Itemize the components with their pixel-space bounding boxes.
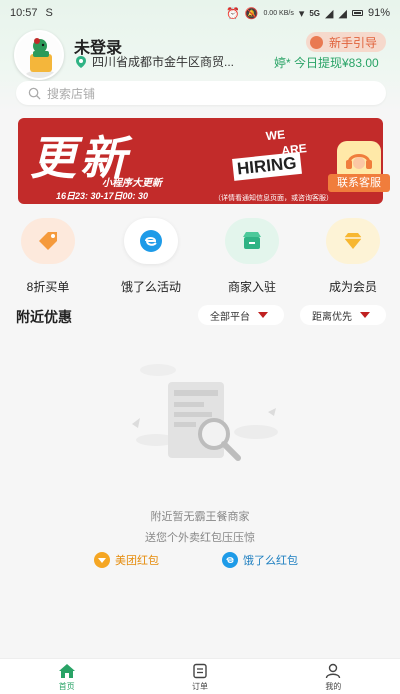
action-membership[interactable]: 成为会员: [317, 218, 389, 295]
empty-message-2: 送您个外卖红包压压惊: [145, 532, 255, 544]
location-pin-icon: [76, 55, 86, 68]
search-input[interactable]: 搜索店铺: [16, 81, 386, 105]
order-icon: [193, 663, 207, 679]
status-bar: 10:57 S ⏰ 🔕 0.00 KB/s ▾ 5G ◢ ◢ 91%: [0, 0, 400, 26]
hiring-word-1: WE: [265, 127, 286, 144]
store-icon: [225, 218, 279, 264]
data-speed: 0.00 KB/s: [263, 9, 294, 17]
action-label: 商家入驻: [227, 280, 276, 294]
banner-date: 16日23: 30-17日00: 30: [56, 191, 149, 201]
meituan-redpacket-link[interactable]: 美团红包: [94, 552, 159, 568]
eleme-small-icon: [222, 552, 238, 568]
nav-home[interactable]: 首页: [0, 659, 133, 694]
sort-filter-label: 距离优先: [312, 311, 352, 323]
eleme-label: 饿了么红包: [243, 555, 298, 567]
avatar[interactable]: [14, 30, 64, 80]
customer-service-label: 联系客服: [328, 174, 390, 192]
sort-filter-dropdown[interactable]: 距离优先: [300, 305, 386, 325]
discount-tag-icon: [21, 218, 75, 264]
guide-icon: [310, 35, 323, 49]
wifi-icon: ▾: [298, 7, 305, 20]
diamond-icon: [326, 218, 380, 264]
platform-filter-dropdown[interactable]: 全部平台: [198, 305, 284, 325]
profile-icon: [326, 663, 341, 679]
search-icon: [28, 87, 41, 100]
alarm-icon: ⏰: [226, 7, 240, 20]
search-placeholder: 搜索店铺: [47, 86, 96, 101]
signal-icon: ◢: [325, 7, 334, 20]
eleme-redpacket-link[interactable]: 饿了么红包: [222, 552, 298, 568]
meituan-icon: [94, 552, 110, 568]
nav-profile-label: 我的: [325, 682, 342, 691]
status-time: 10:57: [10, 7, 38, 19]
battery-level: 91%: [367, 7, 390, 19]
dropdown-triangle-icon: [360, 312, 370, 318]
banner-note: （详情看通知信息页面，或咨询客服）: [214, 195, 333, 202]
bottom-nav: 首页 订单 我的: [0, 658, 400, 694]
nav-orders-label: 订单: [191, 682, 208, 691]
guide-label: 新手引导: [329, 35, 378, 50]
guide-button[interactable]: 新手引导: [306, 32, 386, 52]
dropdown-triangle-icon: [258, 312, 268, 318]
withdraw-ticker: 婷* 今日提现¥83.00: [274, 56, 379, 70]
action-label: 成为会员: [328, 280, 377, 294]
empty-message-1: 附近暂无霸王餐商家: [150, 511, 250, 523]
signal-icon-2: ◢: [338, 7, 347, 20]
location-row[interactable]: 四川省成都市金牛区商贸...: [74, 53, 234, 70]
location-text: 四川省成都市金牛区商贸...: [92, 55, 235, 69]
empty-document-icon: [132, 364, 278, 461]
nav-profile[interactable]: 我的: [267, 659, 400, 694]
nearby-title: 附近优惠: [16, 309, 72, 325]
headset-icon: [337, 141, 381, 177]
mute-icon: 🔕: [244, 7, 259, 20]
meituan-label: 美团红包: [115, 555, 159, 567]
eleme-icon: [124, 218, 178, 264]
notification-icon: S: [45, 7, 53, 19]
platform-filter-label: 全部平台: [210, 311, 250, 323]
action-label: 8折买单: [26, 280, 70, 294]
customer-service-button[interactable]: 联系客服: [328, 141, 390, 193]
action-merchant[interactable]: 商家入驻: [216, 218, 288, 295]
home-icon: [58, 664, 75, 678]
action-discount[interactable]: 8折买单: [12, 218, 84, 295]
network-type: 5G: [309, 8, 321, 18]
action-label: 饿了么活动: [120, 280, 181, 294]
hiring-word-3: HIRING: [232, 151, 302, 181]
hiring-badge: WE ARE HIRING: [229, 121, 330, 191]
action-eleme[interactable]: 饿了么活动: [115, 218, 187, 295]
nav-home-label: 首页: [58, 682, 75, 691]
battery-icon: [351, 10, 363, 16]
banner-subtitle: 小程序大更新: [102, 178, 162, 189]
nav-orders[interactable]: 订单: [133, 659, 266, 694]
